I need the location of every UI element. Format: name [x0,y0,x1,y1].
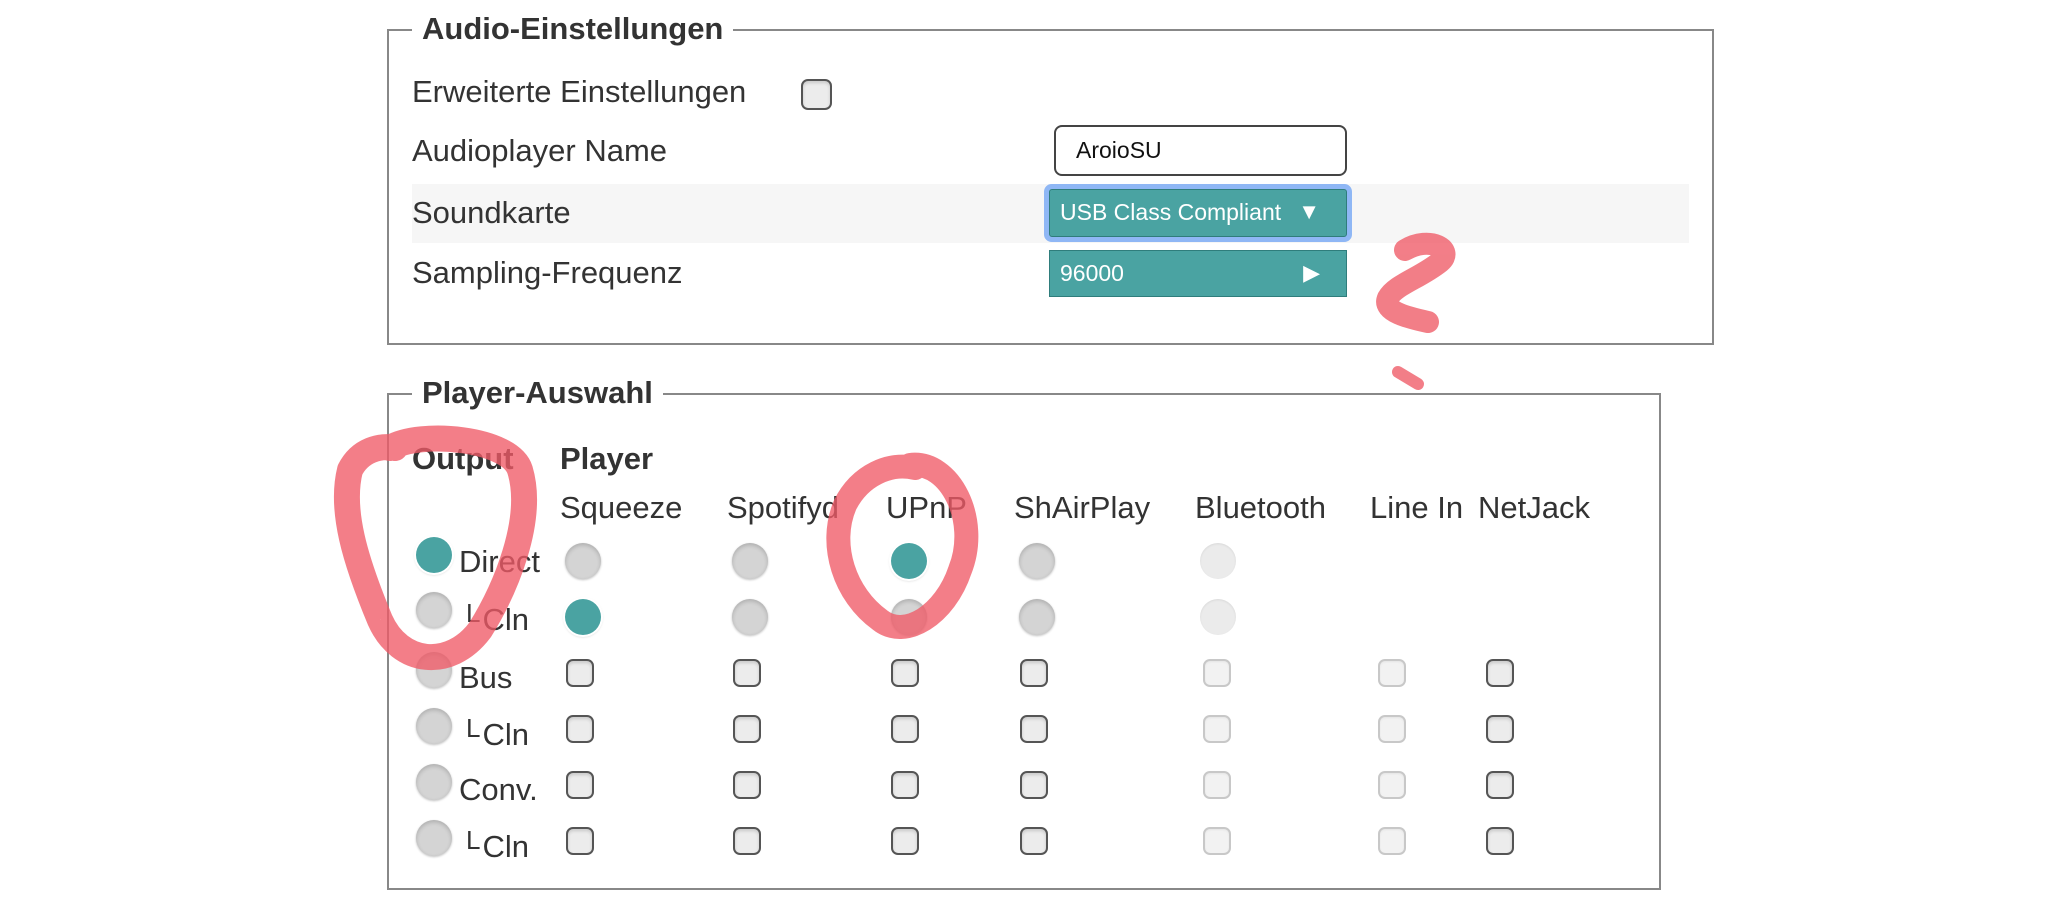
bus-cln-netjack-checkbox[interactable] [1486,715,1514,743]
bus-cln-bluetooth-checkbox [1203,715,1231,743]
direct-shairplay-radio[interactable] [1019,543,1055,579]
player-header-shairplay: ShAirPlay [1014,490,1151,525]
direct-spotifyd-radio[interactable] [732,543,768,579]
bus-spotifyd-checkbox[interactable] [733,659,761,687]
player-name-input[interactable]: AroioSU [1054,125,1347,176]
player-header-line-in: Line In [1370,490,1464,525]
output-radio-conv-cln[interactable] [416,820,452,856]
soundcard-select-value: USB Class Compliant [1060,199,1282,225]
sampling-frequency-value: 96000 [1060,260,1124,286]
conv-cln-shairplay-checkbox[interactable] [1020,827,1048,855]
bus-netjack-checkbox[interactable] [1486,659,1514,687]
row-label-direct-cln-text: Cln [482,602,529,637]
conv-cln-upnp-checkbox[interactable] [891,827,919,855]
conv-shairplay-checkbox[interactable] [1020,771,1048,799]
chevron-right-icon: ▶ [1303,260,1320,285]
tree-branch-prefix: L [466,825,481,855]
sampling-frequency-label: Sampling-Frequenz [412,255,683,290]
direct-squeeze-radio[interactable] [565,543,601,579]
output-radio-bus-cln[interactable] [416,708,452,744]
row-label-bus-cln-text: Cln [482,717,529,752]
output-radio-direct[interactable] [416,537,452,573]
conv-bluetooth-checkbox [1203,771,1231,799]
row-label-conv-cln: LCln [466,825,529,865]
row-label-direct-cln: LCln [466,598,529,638]
output-radio-bus[interactable] [416,652,452,688]
bus-cln-spotifyd-checkbox[interactable] [733,715,761,743]
bus-cln-shairplay-checkbox[interactable] [1020,715,1048,743]
bus-upnp-checkbox[interactable] [891,659,919,687]
direct-cln-shairplay-radio[interactable] [1019,599,1055,635]
direct-bluetooth-radio [1200,543,1236,579]
conv-cln-bluetooth-checkbox [1203,827,1231,855]
advanced-settings-checkbox[interactable] [801,79,832,110]
row-label-direct: Direct [459,544,540,579]
annotation-dash [1392,366,1424,390]
conv-upnp-checkbox[interactable] [891,771,919,799]
conv-line-in-checkbox [1378,771,1406,799]
sampling-frequency-select[interactable]: 96000 ▶ [1049,250,1347,297]
output-radio-direct-cln[interactable] [416,592,452,628]
conv-netjack-checkbox[interactable] [1486,771,1514,799]
conv-cln-spotifyd-checkbox[interactable] [733,827,761,855]
player-header-spotifyd: Spotifyd [727,490,840,525]
conv-cln-line-in-checkbox [1378,827,1406,855]
bus-cln-squeeze-checkbox[interactable] [566,715,594,743]
conv-spotifyd-checkbox[interactable] [733,771,761,799]
bus-shairplay-checkbox[interactable] [1020,659,1048,687]
direct-upnp-radio[interactable] [891,543,927,579]
direct-cln-squeeze-radio[interactable] [565,599,601,635]
direct-cln-upnp-radio[interactable] [891,599,927,635]
player-selection-legend: Player-Auswahl [412,376,663,410]
bus-cln-upnp-checkbox[interactable] [891,715,919,743]
conv-cln-netjack-checkbox[interactable] [1486,827,1514,855]
bus-cln-line-in-checkbox [1378,715,1406,743]
advanced-settings-label: Erweiterte Einstellungen [412,74,747,109]
player-header-upnp: UPnP [886,490,967,525]
conv-squeeze-checkbox[interactable] [566,771,594,799]
player-column-header: Player [560,441,654,476]
row-label-bus-cln: LCln [466,713,529,753]
player-header-netjack: NetJack [1478,490,1590,525]
row-label-conv: Conv. [459,772,538,807]
output-radio-conv[interactable] [416,764,452,800]
bus-squeeze-checkbox[interactable] [566,659,594,687]
tree-branch-prefix: L [466,598,481,628]
soundcard-select[interactable]: USB Class Compliant ▼ [1049,189,1347,237]
tree-branch-prefix: L [466,713,481,743]
player-name-label: Audioplayer Name [412,133,668,168]
direct-cln-spotifyd-radio[interactable] [732,599,768,635]
row-label-bus: Bus [459,660,513,695]
output-column-header: Output [412,441,514,476]
conv-cln-squeeze-checkbox[interactable] [566,827,594,855]
player-header-bluetooth: Bluetooth [1195,490,1326,525]
bus-bluetooth-checkbox [1203,659,1231,687]
audio-settings-legend: Audio-Einstellungen [412,12,734,46]
row-label-conv-cln-text: Cln [482,829,529,864]
soundcard-label: Soundkarte [412,195,571,230]
chevron-down-icon: ▼ [1298,199,1320,224]
bus-line-in-checkbox [1378,659,1406,687]
direct-cln-bluetooth-radio [1200,599,1236,635]
player-header-squeeze: Squeeze [560,490,683,525]
